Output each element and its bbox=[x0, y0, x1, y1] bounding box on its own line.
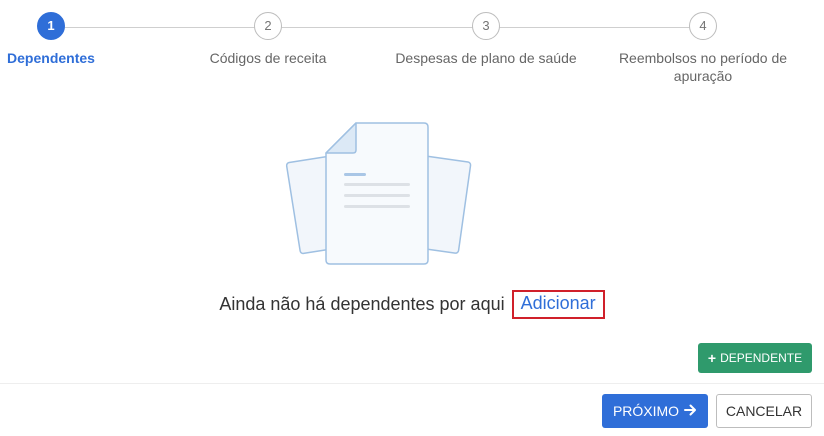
arrow-right-icon bbox=[684, 403, 697, 419]
next-button[interactable]: PRÓXIMO bbox=[602, 394, 708, 428]
cancel-button[interactable]: CANCELAR bbox=[716, 394, 812, 428]
add-dependent-button[interactable]: + DEPENDENTE bbox=[698, 343, 812, 373]
add-dependent-label: DEPENDENTE bbox=[720, 351, 803, 365]
empty-state: Ainda não há dependentes por aqui Adicio… bbox=[0, 290, 824, 319]
step-number: 1 bbox=[37, 12, 65, 40]
step-number: 4 bbox=[689, 12, 717, 40]
step-dependentes[interactable]: 1 Dependentes bbox=[0, 12, 151, 67]
empty-documents-icon bbox=[282, 118, 476, 270]
step-label: Reembolsos no período de apuração bbox=[618, 50, 788, 84]
wizard-page: 1 Dependentes 2 Códigos de receita 3 Des… bbox=[0, 0, 824, 436]
step-label: Dependentes bbox=[7, 50, 95, 66]
step-number: 2 bbox=[254, 12, 282, 40]
step-reembolsos[interactable]: 4 Reembolsos no período de apuração bbox=[608, 12, 798, 85]
step-despesas-plano-saude[interactable]: 3 Despesas de plano de saúde bbox=[386, 12, 586, 67]
step-label: Códigos de receita bbox=[209, 50, 327, 66]
footer-divider bbox=[0, 383, 824, 384]
plus-icon: + bbox=[707, 350, 717, 366]
step-number: 3 bbox=[472, 12, 500, 40]
add-link[interactable]: Adicionar bbox=[511, 290, 605, 319]
step-label: Despesas de plano de saúde bbox=[395, 50, 577, 66]
empty-state-message: Ainda não há dependentes por aqui bbox=[219, 294, 505, 314]
step-codigos-de-receita[interactable]: 2 Códigos de receita bbox=[168, 12, 368, 67]
next-label: PRÓXIMO bbox=[612, 403, 680, 419]
